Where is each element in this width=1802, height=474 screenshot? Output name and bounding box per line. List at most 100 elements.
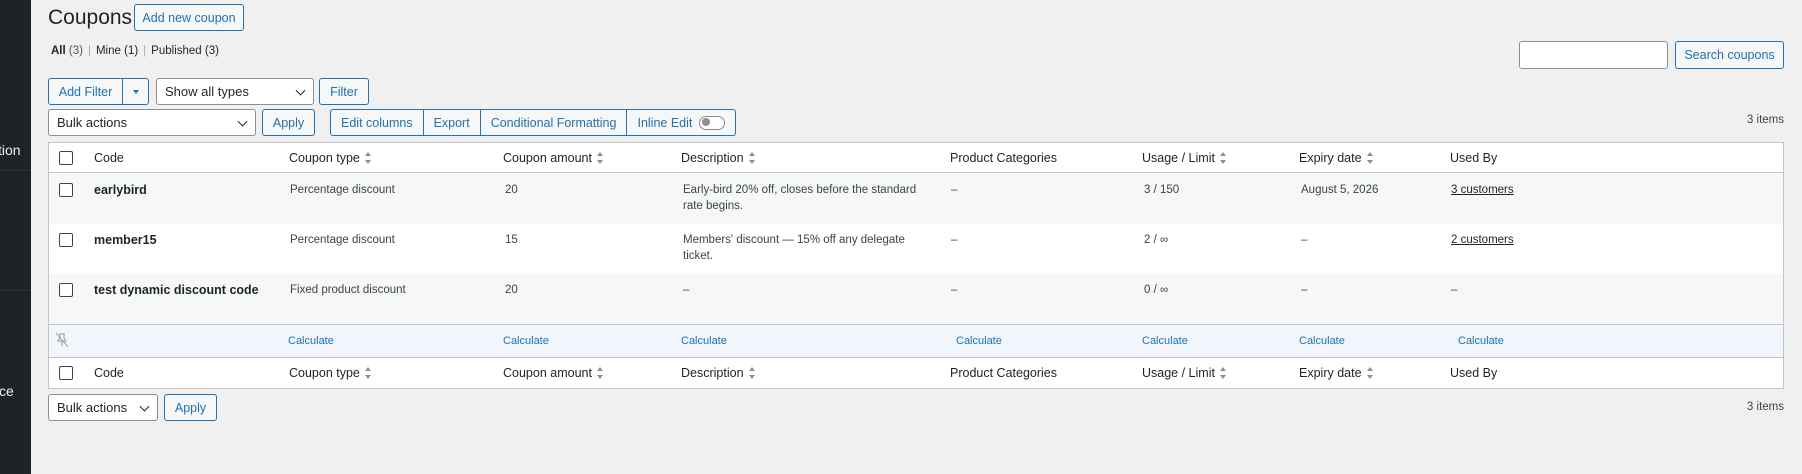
admin-sidebar: tion ce [0,0,31,474]
select-all-checkbox[interactable] [59,151,73,165]
row-checkbox[interactable] [59,283,73,297]
expiry-date: August 5, 2026 [1301,184,1379,196]
row-checkbox[interactable] [59,233,73,247]
coupon-description: Members' discount — 15% off any delegate… [683,234,905,262]
calculate-row: Calculate Calculate Calculate Calculate … [49,324,1783,357]
used-by-link[interactable]: 2 customers [1451,232,1514,248]
inline-edit-toggle[interactable]: Inline Edit [627,109,737,136]
product-categories: – [951,234,958,246]
coupon-type: Fixed product discount [290,284,406,296]
add-new-coupon-button[interactable]: Add new coupon [134,4,244,31]
column-header-description[interactable]: Description [681,151,756,165]
calculate-link[interactable]: Calculate [1142,335,1188,347]
coupon-code-link[interactable]: earlybird [94,182,147,198]
product-categories: – [951,184,958,196]
items-count-top: 3 items [1746,114,1784,126]
table-row: test dynamic discount code Fixed product… [49,274,1783,324]
view-all[interactable]: All (3) [51,45,83,57]
caret-down-icon [132,89,139,94]
items-count-bottom: 3 items [1746,401,1784,413]
sort-icon [1219,367,1227,379]
sort-icon [748,367,756,379]
sort-icon [1366,367,1374,379]
column-header-used-by: Used By [1450,151,1498,165]
calculate-link[interactable]: Calculate [1299,335,1345,347]
table-toolbar: Edit columns Export Conditional Formatti… [330,109,737,136]
used-by-link[interactable]: 3 customers [1451,182,1514,198]
column-header-coupon-amount[interactable]: Coupon amount [503,151,604,165]
coupons-table: Code Coupon type Coupon amount Descripti… [48,142,1784,389]
chevron-down-icon [295,85,306,96]
edit-columns-button[interactable]: Edit columns [330,109,424,136]
expiry-date: – [1301,234,1308,246]
table-footer: Code Coupon type Coupon amount Descripti… [49,357,1783,387]
table-row: earlybird Percentage discount 20 Early-b… [49,174,1783,224]
apply-button-top[interactable]: Apply [262,109,315,136]
column-footer-coupon-amount[interactable]: Coupon amount [503,366,604,380]
main-content: Coupons Add new coupon All (3) | Mine (1) |… [48,0,1784,474]
sort-icon [596,367,604,379]
usage-limit: 2 / ∞ [1144,234,1169,246]
filter-button[interactable]: Filter [319,78,369,105]
add-filter-button[interactable]: Add Filter [48,78,123,105]
calculate-link[interactable]: Calculate [1458,335,1504,347]
calculate-link[interactable]: Calculate [288,335,334,347]
table-header: Code Coupon type Coupon amount Descripti… [49,143,1783,173]
toggle-switch[interactable] [699,115,726,130]
coupon-type: Percentage discount [290,184,395,196]
column-header-expiry-date[interactable]: Expiry date [1299,151,1374,165]
coupon-amount: 15 [505,234,518,246]
product-categories: – [951,284,958,296]
sort-icon [364,367,372,379]
usage-limit: 0 / ∞ [1144,284,1169,296]
column-header-coupon-type[interactable]: Coupon type [289,151,372,165]
expiry-date: – [1301,284,1308,296]
chevron-down-icon [139,401,150,412]
bulk-actions-select-top[interactable]: Bulk actions [48,109,256,136]
sort-icon [748,152,756,164]
column-footer-expiry-date[interactable]: Expiry date [1299,366,1374,380]
conditional-formatting-button[interactable]: Conditional Formatting [480,109,628,136]
column-footer-usage-limit[interactable]: Usage / Limit [1142,366,1227,380]
export-button[interactable]: Export [423,109,481,136]
column-header-code[interactable]: Code [94,151,124,165]
column-header-product-categories: Product Categories [950,151,1058,165]
coupon-code-link[interactable]: test dynamic discount code [94,282,259,298]
column-footer-coupon-type[interactable]: Coupon type [289,366,372,380]
search-coupons-button[interactable]: Search coupons [1675,41,1784,69]
calculate-link[interactable]: Calculate [503,335,549,347]
chevron-down-icon [237,116,248,127]
pin-off-icon[interactable] [55,332,69,353]
bulk-actions-select-bottom[interactable]: Bulk actions [48,394,158,421]
page-title: Coupons [48,6,133,29]
select-all-checkbox-footer[interactable] [59,366,73,380]
calculate-link[interactable]: Calculate [681,335,727,347]
coupon-amount: 20 [505,184,518,196]
coupon-description: – [683,284,690,296]
column-header-usage-limit[interactable]: Usage / Limit [1142,151,1227,165]
column-footer-used-by: Used By [1450,366,1498,380]
add-filter-dropdown[interactable] [122,78,149,105]
column-footer-code[interactable]: Code [94,366,124,380]
view-filters: All (3) | Mine (1) | Published (3) [51,45,219,57]
view-mine[interactable]: Mine (1) [96,45,138,57]
calculate-link[interactable]: Calculate [956,335,1002,347]
coupon-type-select[interactable]: Show all types [156,78,314,105]
coupon-description: Early-bird 20% off, closes before the st… [683,184,917,212]
column-footer-description[interactable]: Description [681,366,756,380]
coupon-code-link[interactable]: member15 [94,232,157,248]
view-published[interactable]: Published (3) [151,45,219,57]
coupon-amount: 20 [505,284,518,296]
column-footer-product-categories: Product Categories [950,366,1058,380]
search-input[interactable] [1519,41,1668,69]
sort-icon [596,152,604,164]
sort-icon [1219,152,1227,164]
sidebar-menu-item-partial-2[interactable]: ce [0,383,14,399]
apply-button-bottom[interactable]: Apply [164,394,217,421]
sort-icon [1366,152,1374,164]
row-checkbox[interactable] [59,183,73,197]
coupon-type: Percentage discount [290,234,395,246]
table-row: member15 Percentage discount 15 Members'… [49,224,1783,274]
used-by: – [1451,284,1458,296]
sidebar-menu-item-partial[interactable]: tion [0,142,21,158]
